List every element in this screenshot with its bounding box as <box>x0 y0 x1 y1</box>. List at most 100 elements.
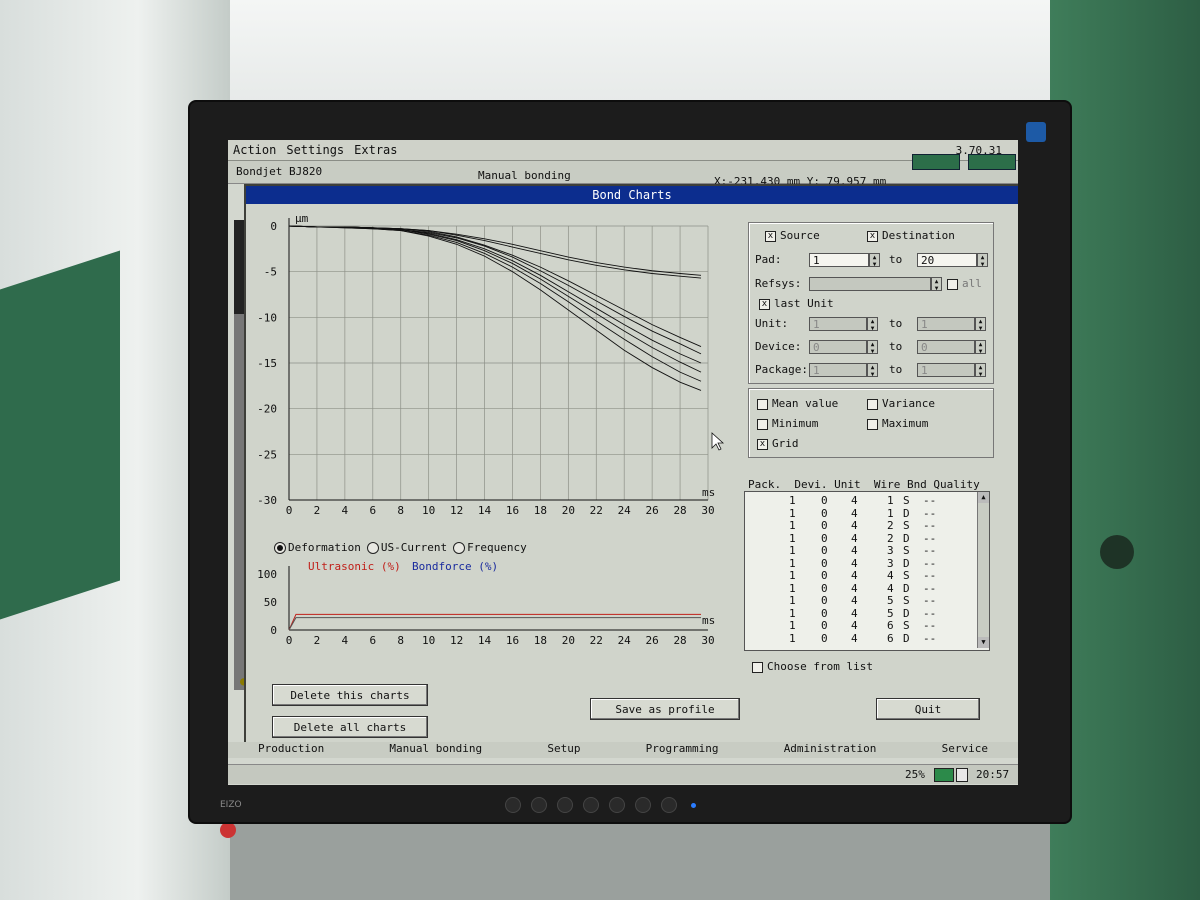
monitor-button[interactable] <box>505 797 521 813</box>
to-label: to <box>889 363 903 376</box>
refsys-field[interactable] <box>809 277 931 291</box>
monitor-power-button[interactable] <box>661 797 677 813</box>
list-cell: 4 <box>851 506 858 520</box>
list-item[interactable]: 1 0 4 4 D -- <box>745 582 975 595</box>
x-tick-label-2: 30 <box>701 634 714 647</box>
radio-us-current[interactable]: US-Current <box>366 541 447 554</box>
status-line: Bondjet BJ820 Manual bonding X:-231.430 … <box>228 161 1018 188</box>
bond-list[interactable]: ▲ ▼ 1 0 4 1 S -- 1 0 4 1 D -- 1 0 4 2 S -- 1 0 4 2 D -- 1 0 4 3 S -- 1… <box>744 491 990 651</box>
tab-manual-bonding[interactable]: Manual bonding <box>389 742 482 758</box>
choose-from-list-checkbox[interactable]: Choose from list <box>752 660 873 673</box>
pad-to-spinner[interactable]: ▲ ▼ <box>977 253 988 268</box>
list-item[interactable]: 1 0 4 5 S -- <box>745 595 975 607</box>
list-item[interactable]: 1 0 4 1 D -- <box>745 506 975 520</box>
monitor-button[interactable] <box>557 797 573 813</box>
minimum-checkbox[interactable]: Minimum <box>757 417 818 430</box>
pad-from-spinner[interactable]: ▲ ▼ <box>869 253 880 268</box>
all-checkbox[interactable]: all <box>947 277 982 290</box>
monitor-button[interactable] <box>583 797 599 813</box>
delete-this-charts-button[interactable]: Delete this charts <box>272 684 428 706</box>
tab-service[interactable]: Service <box>942 742 988 758</box>
pad-from-field[interactable]: 1 <box>809 253 869 267</box>
info-button[interactable] <box>968 154 1016 170</box>
unit-to-spinner[interactable]: ▲ ▼ <box>975 317 986 332</box>
list-cell: S <box>903 619 910 632</box>
list-cell: 0 <box>821 519 828 532</box>
last-unit-checkbox[interactable]: x last Unit <box>759 297 834 310</box>
monitor-button[interactable] <box>531 797 547 813</box>
x-tick-label-2: 14 <box>478 634 492 647</box>
menu-extras[interactable]: Extras <box>349 143 402 157</box>
source-checkbox[interactable]: x Source <box>765 229 820 242</box>
clock: 20:57 <box>976 768 1010 781</box>
menu-bar: Action Settings Extras 3.70.31 <box>228 140 1018 161</box>
x-tick-label-2: 24 <box>618 634 632 647</box>
tab-production[interactable]: Production <box>258 742 324 758</box>
unit-to-field[interactable]: 1 <box>917 317 975 331</box>
x-tick-label: 2 <box>314 504 321 517</box>
tab-setup[interactable]: Setup <box>547 742 580 758</box>
list-cell: 4 <box>887 569 894 582</box>
save-as-profile-button[interactable]: Save as profile <box>590 698 740 720</box>
device-from-spinner[interactable]: ▲ ▼ <box>867 340 878 355</box>
variance-checkbox[interactable]: Variance <box>867 397 935 410</box>
list-item[interactable]: 1 0 4 4 S -- <box>745 570 975 582</box>
grid-checkbox[interactable]: x Grid <box>757 437 799 450</box>
list-cell: -- <box>923 556 937 570</box>
quit-button[interactable]: Quit <box>876 698 980 720</box>
list-item[interactable]: 1 0 4 2 D -- <box>745 532 975 545</box>
list-item[interactable]: 1 0 4 1 S -- <box>745 495 975 507</box>
list-cell: 1 <box>789 519 796 532</box>
key-button[interactable] <box>912 154 960 170</box>
package-to-spinner[interactable]: ▲ ▼ <box>975 363 986 378</box>
menu-settings[interactable]: Settings <box>281 143 349 157</box>
device-to-field[interactable]: 0 <box>917 340 975 354</box>
radio-deformation[interactable]: Deformation <box>274 541 361 554</box>
package-from-spinner[interactable]: ▲ ▼ <box>867 363 878 378</box>
list-cell: D <box>903 556 910 570</box>
monitor-button[interactable] <box>635 797 651 813</box>
delete-all-charts-button[interactable]: Delete all charts <box>272 716 428 738</box>
list-cell: S <box>903 494 910 507</box>
monitor-buttons <box>505 797 696 813</box>
list-item[interactable]: 1 0 4 3 D -- <box>745 556 975 570</box>
screen: Action Settings Extras 3.70.31 Bondjet B… <box>228 140 1018 785</box>
mouse-cursor-icon <box>711 432 725 451</box>
scroll-up-icon[interactable]: ▲ <box>978 492 989 503</box>
list-item[interactable]: 1 0 4 5 D -- <box>745 607 975 620</box>
to-label: to <box>889 253 903 266</box>
radio-frequency[interactable]: Frequency <box>453 541 527 554</box>
list-cell: -- <box>923 544 937 557</box>
y-tick-label: -15 <box>257 357 277 370</box>
list-item[interactable]: 1 0 4 6 D -- <box>745 631 975 645</box>
unit-from-field[interactable]: 1 <box>809 317 867 331</box>
list-scrollbar[interactable]: ▲ ▼ <box>977 492 989 648</box>
scroll-down-icon[interactable]: ▼ <box>978 637 989 648</box>
list-cell: 1 <box>789 619 796 632</box>
pad-to-field[interactable]: 20 <box>917 253 977 267</box>
list-cell: -- <box>923 519 937 532</box>
mean-value-checkbox[interactable]: Mean value <box>757 397 838 410</box>
list-cell: 0 <box>821 619 828 632</box>
document-icon[interactable] <box>956 768 968 782</box>
tab-programming[interactable]: Programming <box>646 742 719 758</box>
monitor-button[interactable] <box>609 797 625 813</box>
device-to-spinner[interactable]: ▲ ▼ <box>975 340 986 355</box>
unit-from-spinner[interactable]: ▲ ▼ <box>867 317 878 332</box>
package-from-field[interactable]: 1 <box>809 363 867 377</box>
list-item[interactable]: 1 0 4 6 S -- <box>745 620 975 632</box>
list-item[interactable]: 1 0 4 2 S -- <box>745 520 975 532</box>
list-item[interactable]: 1 0 4 3 S -- <box>745 545 975 557</box>
taskbar: 25% 20:57 <box>228 764 1018 784</box>
maximum-checkbox[interactable]: Maximum <box>867 417 928 430</box>
x-tick-label: 4 <box>342 504 349 517</box>
destination-checkbox[interactable]: x Destination <box>867 229 955 242</box>
device-from-field[interactable]: 0 <box>809 340 867 354</box>
refsys-spinner[interactable]: ▲ ▼ <box>931 277 942 292</box>
menu-action[interactable]: Action <box>228 143 281 157</box>
x-tick-label: 22 <box>590 504 603 517</box>
list-cell: S <box>903 569 910 582</box>
tab-administration[interactable]: Administration <box>784 742 877 758</box>
package-to-field[interactable]: 1 <box>917 363 975 377</box>
list-cell: 4 <box>851 631 858 645</box>
